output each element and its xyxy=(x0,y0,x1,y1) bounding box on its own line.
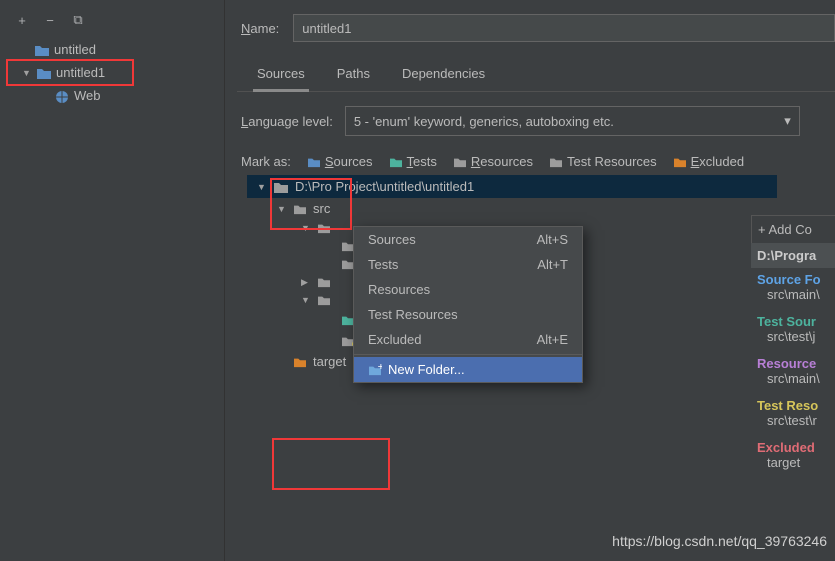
folder-icon xyxy=(317,276,331,288)
expand-arrow-icon[interactable]: ▼ xyxy=(277,204,287,214)
module-web[interactable]: Web xyxy=(0,86,224,105)
mark-as-label: Mark as: xyxy=(241,154,291,169)
summary-section: Test Soursrc\test\j xyxy=(751,310,835,352)
summary-section: Excludedtarget xyxy=(751,436,835,478)
content-root-row[interactable]: ▼ D:\Pro Project\untitled\untitled1 xyxy=(247,175,777,198)
expand-arrow-icon[interactable]: ▼ xyxy=(301,223,311,233)
content-root-path: D:\Pro Project\untitled\untitled1 xyxy=(295,179,474,194)
menu-new-folder-[interactable]: +New Folder... xyxy=(354,357,582,382)
sidebar-toolbar: + − ⧉ xyxy=(0,8,224,40)
module-label: untitled1 xyxy=(56,65,105,80)
tab-paths[interactable]: Paths xyxy=(333,60,374,91)
dropdown-arrow-icon: ▾ xyxy=(784,113,791,129)
module-label: Web xyxy=(74,88,101,103)
module-icon xyxy=(36,66,52,80)
menu-test-resources[interactable]: Test Resources xyxy=(354,302,582,327)
language-level-value: 5 - 'enum' keyword, generics, autoboxing… xyxy=(354,114,614,129)
language-level-select[interactable]: 5 - 'enum' keyword, generics, autoboxing… xyxy=(345,106,800,136)
tabs: Sources Paths Dependencies xyxy=(237,60,835,92)
expand-arrow-icon[interactable]: ▼ xyxy=(22,68,32,78)
folder-icon xyxy=(293,203,307,215)
folder-icon xyxy=(307,156,321,168)
mark-as-sources[interactable]: Sources xyxy=(307,154,373,169)
mark-as-excluded[interactable]: Excluded xyxy=(673,154,744,169)
menu-resources[interactable]: Resources xyxy=(354,277,582,302)
tab-dependencies[interactable]: Dependencies xyxy=(398,60,489,91)
menu-excluded[interactable]: ExcludedAlt+E xyxy=(354,327,582,352)
copy-icon[interactable]: ⧉ xyxy=(70,12,86,28)
module-untitled[interactable]: untitled xyxy=(0,40,224,59)
add-content-root-button[interactable]: + Add Co xyxy=(751,215,835,243)
menu-tests[interactable]: TestsAlt+T xyxy=(354,252,582,277)
summary-path[interactable]: src\test\j xyxy=(757,329,829,344)
summary-path[interactable]: src\main\ xyxy=(757,371,829,386)
folder-icon xyxy=(673,156,687,168)
folder-icon xyxy=(273,180,289,194)
module-name-input[interactable] xyxy=(293,14,835,42)
add-icon[interactable]: + xyxy=(14,12,30,28)
mark-as-resources[interactable]: Resources xyxy=(453,154,533,169)
summary-section: Resourcesrc\main\ xyxy=(751,352,835,394)
mark-as-row: Mark as: Sources Tests Resources Test Resou… xyxy=(237,154,835,169)
watermark: https://blog.csdn.net/qq_39763246 xyxy=(612,533,827,549)
module-label: untitled xyxy=(54,42,96,57)
remove-icon[interactable]: − xyxy=(42,12,58,28)
folder-icon xyxy=(293,356,307,368)
language-level-label: Language level: xyxy=(241,114,333,129)
summary-path[interactable]: src\test\r xyxy=(757,413,829,428)
mark-as-tests[interactable]: Tests xyxy=(389,154,437,169)
module-untitled1[interactable]: ▼ untitled1 xyxy=(8,63,132,82)
folder-icon xyxy=(389,156,403,168)
summary-section: Test Resosrc\test\r xyxy=(751,394,835,436)
name-label: Name: xyxy=(241,21,279,36)
right-summary-panel: + Add Co D:\Progra Source Fosrc\main\Tes… xyxy=(745,215,835,478)
summary-section: Source Fosrc\main\ xyxy=(751,268,835,310)
web-icon xyxy=(54,89,70,103)
project-sidebar: + − ⧉ untitled ▼ untitled1 Web xyxy=(0,0,225,561)
mark-as-test-resources[interactable]: Test Resources xyxy=(549,154,657,169)
new-folder-icon: + xyxy=(368,364,382,376)
expand-arrow-icon[interactable]: ▶ xyxy=(301,277,311,288)
svg-text:+: + xyxy=(378,364,382,373)
content-root-header: D:\Progra xyxy=(751,243,835,268)
summary-path[interactable]: src\main\ xyxy=(757,287,829,302)
folder-icon xyxy=(317,222,331,234)
menu-sources[interactable]: SourcesAlt+S xyxy=(354,227,582,252)
tab-sources[interactable]: Sources xyxy=(253,60,309,92)
context-menu: SourcesAlt+STestsAlt+TResourcesTest Reso… xyxy=(353,226,583,383)
folder-icon xyxy=(453,156,467,168)
module-icon xyxy=(34,43,50,57)
expand-arrow-icon[interactable]: ▼ xyxy=(257,182,267,192)
summary-path[interactable]: target xyxy=(757,455,829,470)
expand-arrow-icon[interactable]: ▼ xyxy=(301,295,311,305)
folder-icon xyxy=(549,156,563,168)
folder-icon xyxy=(317,294,331,306)
